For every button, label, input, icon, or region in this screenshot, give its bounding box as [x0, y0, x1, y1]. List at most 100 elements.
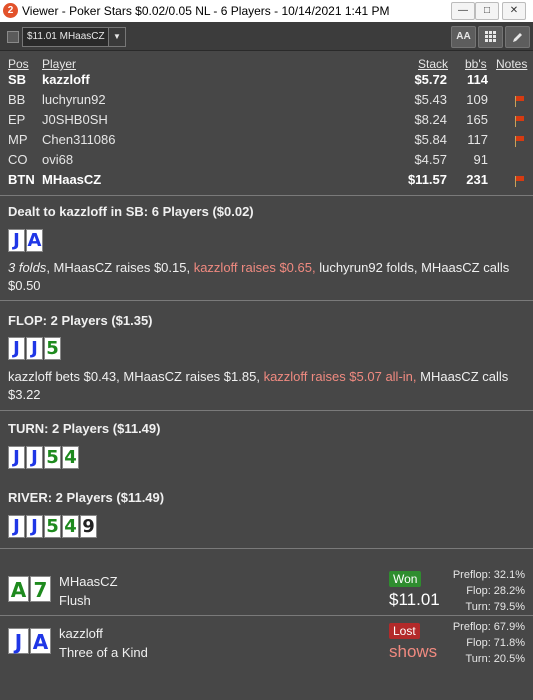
player-name: kazzloff: [42, 72, 90, 87]
preflop-actions: 3 folds, MHaasCZ raises $0.15, kazzloff …: [8, 259, 528, 295]
player-row[interactable]: SB kazzloff $5.72 114: [0, 72, 533, 92]
playing-card: A: [26, 229, 43, 252]
player-bbs: 114: [467, 72, 488, 87]
river-cards: JJ549: [8, 515, 98, 538]
player-row[interactable]: BB luchyrun92 $5.43 109: [0, 92, 533, 112]
won-amount: $11.01: [389, 590, 440, 609]
lost-badge: Lost: [389, 623, 420, 639]
player-bbs: 117: [467, 132, 488, 147]
player-stack: $5.84: [414, 132, 447, 147]
player-row[interactable]: BTN MHaasCZ $11.57 231: [0, 172, 533, 192]
playing-card: J: [8, 628, 29, 654]
preflop-action-text: , MHaasCZ raises $0.15,: [46, 260, 194, 275]
note-flag-icon[interactable]: [514, 116, 524, 127]
header-player[interactable]: Player: [42, 57, 76, 71]
player-stack: $11.57: [407, 172, 447, 187]
equity-flop: Flop: 71.8%: [466, 637, 525, 649]
hero-allin-text: kazzloff raises $5.07 all-in,: [263, 369, 417, 384]
folds-text: 3 folds: [8, 260, 47, 275]
player-row[interactable]: MP Chen311086 $5.84 117: [0, 132, 533, 152]
player-name: luchyrun92: [42, 92, 106, 107]
player-pos: MP: [8, 132, 28, 147]
flop-action-text: kazzloff bets $0.43, MHaasCZ raises $1.8…: [8, 369, 264, 384]
result-player-name: MHaasCZ: [59, 574, 118, 589]
divider: [0, 548, 533, 549]
hero-select-value: $11.01 MHaasCZ: [27, 31, 105, 42]
player-name: MHaasCZ: [42, 172, 102, 187]
flop-cards: JJ5: [8, 337, 62, 360]
player-row[interactable]: CO ovi68 $4.57 91: [0, 152, 533, 172]
divider: [0, 410, 533, 411]
flop-actions: kazzloff bets $0.43, MHaasCZ raises $1.8…: [8, 368, 528, 404]
divider: [0, 615, 533, 616]
player-stack: $5.43: [414, 92, 447, 107]
divider: [0, 195, 533, 196]
playing-card: A: [8, 576, 29, 602]
preflop-title: Dealt to kazzloff in SB: 6 Players ($0.0…: [8, 204, 254, 219]
hero-select[interactable]: $11.01 MHaasCZ ▼: [22, 27, 126, 47]
font-size-button[interactable]: AA: [451, 26, 476, 48]
player-bbs: 109: [466, 92, 488, 107]
player-stack: $4.57: [414, 152, 447, 167]
player-row[interactable]: EP J0SHB0SH $8.24 165: [0, 112, 533, 132]
playing-card: J: [8, 229, 25, 252]
window-titlebar: 2 Viewer - Poker Stars $0.02/0.05 NL - 6…: [0, 0, 533, 22]
header-pos[interactable]: Pos: [8, 57, 29, 71]
window-title: Viewer - Poker Stars $0.02/0.05 NL - 6 P…: [22, 4, 390, 18]
close-icon[interactable]: ✕: [502, 2, 526, 20]
player-pos: BTN: [8, 172, 35, 187]
maximize-icon[interactable]: □: [475, 2, 499, 20]
player-bbs: 231: [466, 172, 488, 187]
turn-title: TURN: 2 Players ($11.49): [8, 421, 161, 436]
player-pos: SB: [8, 72, 27, 87]
playing-card: 5: [44, 446, 61, 469]
player-pos: EP: [8, 112, 26, 127]
playing-card: 5: [44, 337, 61, 360]
playing-card: J: [26, 337, 43, 360]
minimize-icon[interactable]: —: [451, 2, 475, 20]
playing-card: 4: [62, 515, 79, 538]
chevron-down-icon: ▼: [108, 28, 125, 46]
result-hand: Flush: [59, 593, 91, 608]
river-title: RIVER: 2 Players ($11.49): [8, 490, 165, 505]
grid-icon[interactable]: [478, 26, 503, 48]
equity-preflop: Preflop: 67.9%: [452, 621, 525, 633]
header-notes[interactable]: Notes: [496, 57, 527, 71]
note-flag-icon[interactable]: [514, 96, 524, 107]
note-flag-icon[interactable]: [514, 136, 524, 147]
playing-card: J: [26, 515, 43, 538]
note-flag-icon[interactable]: [514, 176, 524, 187]
result-cards-2: JA: [8, 628, 52, 654]
hero-checkbox[interactable]: [7, 31, 19, 43]
player-name: J0SHB0SH: [42, 112, 108, 127]
header-stack[interactable]: Stack: [418, 57, 448, 71]
hero-raise-text: kazzloff raises $0.65,: [193, 260, 316, 275]
playing-card: A: [30, 628, 51, 654]
player-bbs: 165: [466, 112, 488, 127]
playing-card: 5: [44, 515, 61, 538]
won-badge: Won: [389, 571, 422, 587]
shows-text: shows: [389, 642, 438, 661]
playing-card: 4: [62, 446, 79, 469]
player-stack: $8.24: [414, 112, 447, 127]
app-icon: 2: [3, 3, 18, 18]
flop-title: FLOP: 2 Players ($1.35): [8, 313, 153, 328]
equity-turn: Turn: 20.5%: [465, 653, 525, 665]
equity-flop: Flop: 28.2%: [466, 585, 525, 597]
result-cards-1: A7: [8, 576, 52, 602]
toolbar: $11.01 MHaasCZ ▼ AA: [0, 22, 533, 51]
player-pos: CO: [8, 152, 28, 167]
playing-card: J: [8, 337, 25, 360]
playing-card: 7: [30, 576, 51, 602]
divider: [0, 300, 533, 301]
equity-turn: Turn: 79.5%: [465, 601, 525, 613]
player-bbs: 91: [473, 152, 488, 167]
equity-preflop: Preflop: 32.1%: [452, 569, 525, 581]
player-stack: $5.72: [414, 72, 447, 87]
edit-pencil-icon[interactable]: [505, 26, 530, 48]
player-pos: BB: [8, 92, 26, 107]
header-bbs[interactable]: bb's: [465, 57, 487, 71]
result-hand: Three of a Kind: [59, 645, 148, 660]
player-name: Chen311086: [42, 132, 116, 147]
playing-card: J: [26, 446, 43, 469]
